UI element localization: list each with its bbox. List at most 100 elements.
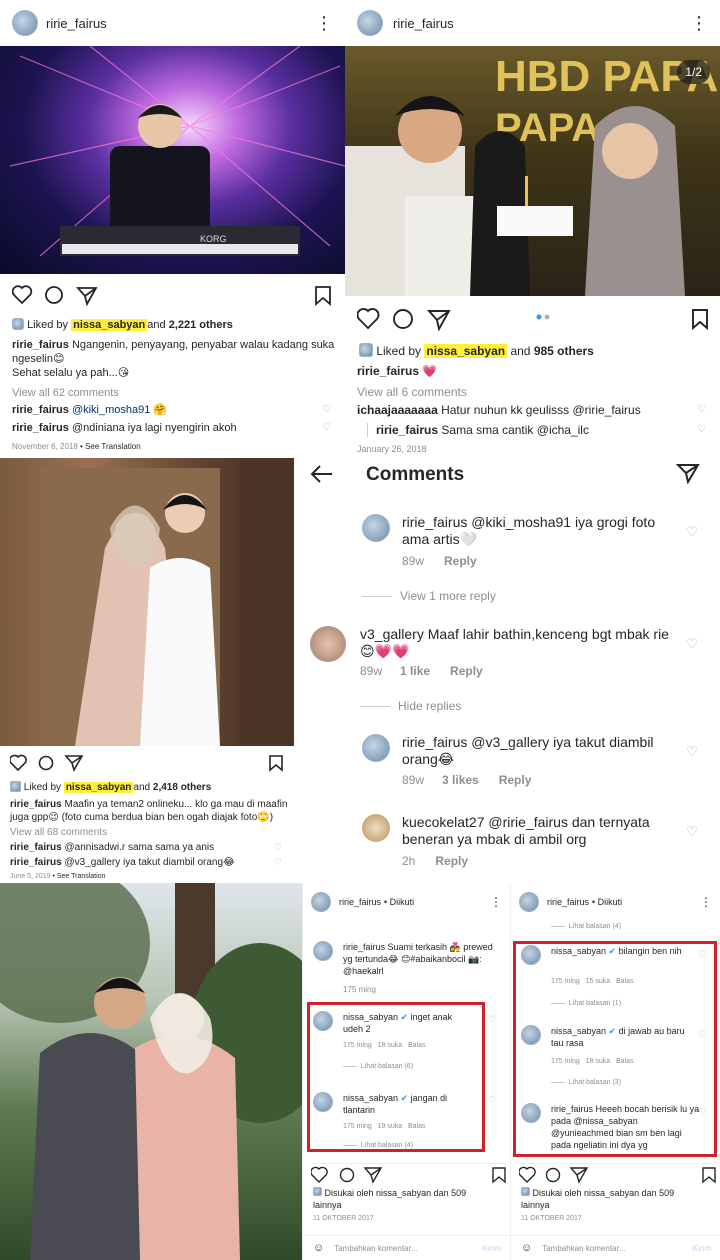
carousel-dot <box>544 314 550 320</box>
heart-icon[interactable]: ♡ <box>322 422 331 433</box>
post-photo[interactable]: HBD PAPA PAPA 1/2 <box>345 46 720 296</box>
share-icon <box>64 755 84 773</box>
post-photo[interactable] <box>0 458 294 746</box>
view-all-comments[interactable]: View all 62 comments <box>12 387 119 399</box>
heart-icon[interactable]: ♡ <box>488 1014 496 1025</box>
heart-icon <box>11 285 33 305</box>
comment-text: ririe_fairus @v3_gallery iya takut diamb… <box>402 734 654 767</box>
comment-text: ririe_fairus @kiki_mosha91 iya grogi fot… <box>402 514 656 547</box>
page-title: Comments <box>366 464 465 485</box>
back-arrow-icon[interactable] <box>310 464 334 489</box>
share-icon <box>363 1167 383 1184</box>
comment-input[interactable]: Tambahkan komentar... <box>334 1244 417 1253</box>
add-comment-bar: ☺ Tambahkan komentar... Kirim <box>511 1235 720 1260</box>
hide-replies[interactable]: Hide replies <box>360 699 461 713</box>
heart-icon[interactable]: ♡ <box>488 1095 496 1106</box>
post-photo[interactable]: KORG <box>0 46 345 274</box>
avatar[interactable] <box>357 10 383 36</box>
heart-icon[interactable]: ♡ <box>322 404 331 415</box>
likes-line[interactable]: Disukai oleh nissa_sabyan dan 509 lainny… <box>521 1187 691 1211</box>
heart-icon[interactable]: ♡ <box>686 636 698 652</box>
comment-meta: 89w Reply <box>402 554 477 568</box>
post-header: ririe_fairus ⋮ <box>345 0 720 46</box>
likes-line[interactable]: Liked by nissa_sabyan and 985 others <box>359 343 594 358</box>
comment-row: ririe_fairus @annisadwi.r sama sama ya a… <box>10 842 215 853</box>
bookmark-icon <box>692 309 708 331</box>
comment-icon <box>545 1167 561 1183</box>
comment-icon <box>38 755 54 771</box>
couple-photo-panel[interactable] <box>0 883 302 1260</box>
comment-meta: 89w 3 likes Reply <box>402 773 532 787</box>
add-comment-bar: ☺ Tambahkan komentar... Kirim <box>303 1235 510 1260</box>
liked-by-user[interactable]: nissa_sabyan <box>63 782 134 793</box>
send-icon[interactable] <box>675 462 700 489</box>
post-header: ririe_fairus • Diikuti ⋮ <box>303 883 510 921</box>
comment-input[interactable]: Tambahkan komentar... <box>542 1244 625 1253</box>
comment-meta: 2h Reply <box>402 854 469 868</box>
heart-icon <box>310 1166 328 1183</box>
comment-text: v3_gallery Maaf lahir bathin,kenceng bgt… <box>360 626 669 659</box>
bookmark-icon <box>492 1167 506 1184</box>
more-options-icon[interactable]: ⋮ <box>700 896 712 908</box>
avatar[interactable] <box>362 734 390 762</box>
bookmark-icon <box>315 286 331 306</box>
liker-avatar <box>359 343 373 357</box>
comment-text: kuecokelat27 @ririe_fairus dan ternyata … <box>402 814 650 847</box>
heart-icon[interactable]: ♡ <box>274 857 282 868</box>
action-bar <box>310 1163 506 1184</box>
comment-row: ririe_fairus @kiki_mosha91 🤗 <box>12 404 168 416</box>
post-date: June 5, 2019 • See Translation <box>10 873 106 880</box>
comment-icon <box>45 286 63 304</box>
heart-icon[interactable]: ♡ <box>686 824 698 840</box>
avatar[interactable] <box>313 941 333 961</box>
avatar[interactable] <box>12 10 38 36</box>
avatar[interactable] <box>362 514 390 542</box>
garden-photo <box>0 883 302 1260</box>
view-all-comments[interactable]: View all 68 comments <box>10 827 107 838</box>
bookmark-icon <box>269 755 283 772</box>
highlight-box <box>513 941 717 1157</box>
liker-avatar <box>12 318 24 330</box>
caption: ririe_fairus Suami terkasih 👩‍❤️‍👨 prewe… <box>343 942 493 976</box>
post-header: ririe_fairus ⋮ <box>0 0 345 46</box>
avatar[interactable] <box>519 892 539 912</box>
post-panel-1: ririe_fairus ⋮ KORG Liked by nissa_sabya… <box>0 0 345 458</box>
post-date: 11 OKTOBER 2017 <box>521 1215 582 1222</box>
view-replies[interactable]: —— Lihat balasan (4) <box>551 923 621 930</box>
emoji-icon[interactable]: ☺ <box>313 1242 324 1254</box>
more-options-icon[interactable]: ⋮ <box>315 14 333 32</box>
liked-by-user[interactable]: nissa_sabyan <box>424 344 508 358</box>
view-more-replies[interactable]: View 1 more reply <box>362 589 496 603</box>
liker-avatar <box>313 1187 322 1196</box>
share-icon <box>569 1167 589 1184</box>
comment-icon <box>393 309 413 329</box>
likes-line[interactable]: Liked by nissa_sabyan and 2,418 others <box>10 781 211 793</box>
avatar[interactable] <box>311 892 331 912</box>
more-options-icon[interactable]: ⋮ <box>490 896 502 908</box>
post-panel-5: ririe_fairus • Diikuti ⋮ ririe_fairus Su… <box>302 883 510 1260</box>
post-button[interactable]: Kirim <box>693 1244 711 1253</box>
avatar[interactable] <box>362 814 390 842</box>
heart-icon[interactable]: ♡ <box>686 744 698 760</box>
post-button[interactable]: Kirim <box>483 1244 501 1253</box>
heart-icon <box>518 1166 536 1183</box>
liker-avatar <box>10 781 21 792</box>
emoji-icon[interactable]: ☺ <box>521 1242 532 1254</box>
view-all-comments[interactable]: View all 6 comments <box>357 385 467 399</box>
likes-line[interactable]: Disukai oleh nissa_sabyan dan 509 lainny… <box>313 1187 473 1211</box>
heart-icon <box>9 754 27 772</box>
post-header: ririe_fairus • Diikuti ⋮ <box>511 883 720 921</box>
username[interactable]: ririe_fairus <box>46 16 107 31</box>
post-date: 11 OKTOBER 2017 <box>313 1215 374 1222</box>
share-icon <box>426 310 451 332</box>
heart-icon[interactable]: ♡ <box>686 524 698 540</box>
heart-icon[interactable]: ♡ <box>274 842 282 853</box>
liked-by-user[interactable]: nissa_sabyan <box>71 319 148 331</box>
username[interactable]: ririe_fairus <box>393 16 454 31</box>
comment-icon <box>339 1167 355 1183</box>
likes-line[interactable]: Liked by nissa_sabyan and 2,221 others <box>12 318 233 331</box>
heart-icon[interactable]: ♡ <box>697 404 706 415</box>
heart-icon[interactable]: ♡ <box>697 424 706 435</box>
more-options-icon[interactable]: ⋮ <box>690 14 708 32</box>
avatar[interactable] <box>310 626 346 662</box>
